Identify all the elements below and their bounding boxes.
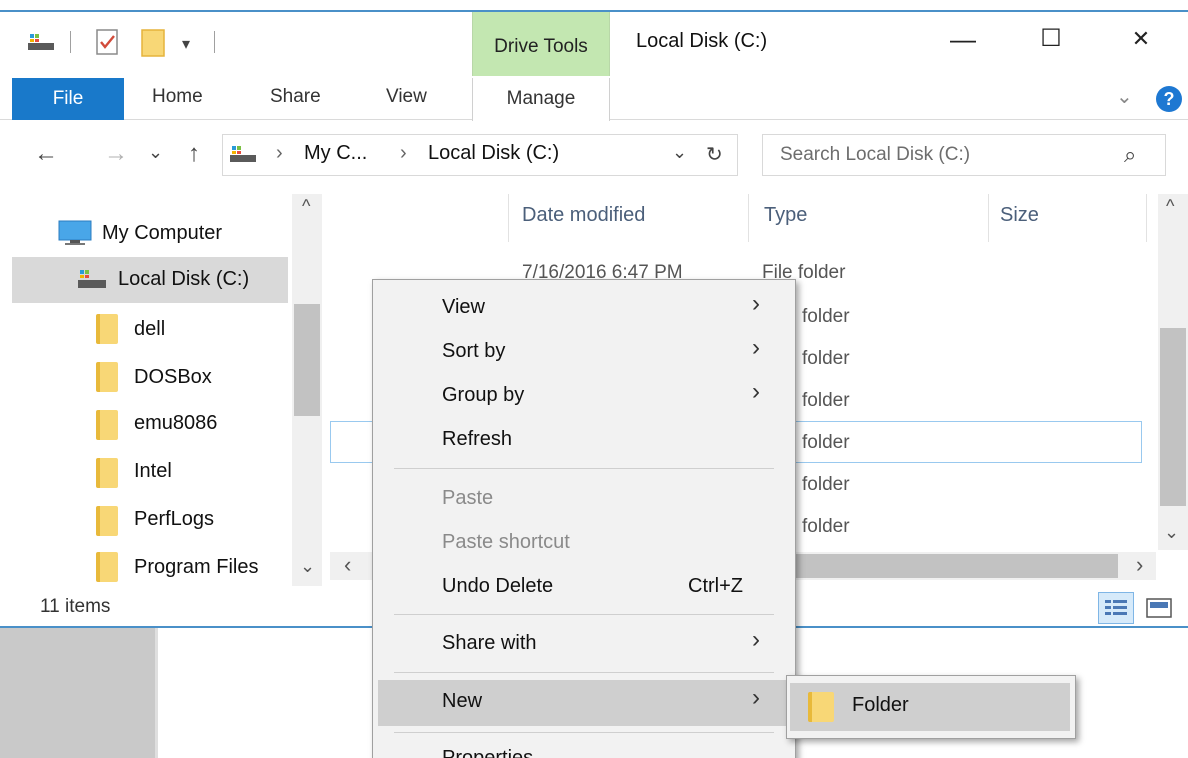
menu-separator — [394, 614, 774, 615]
large-icons-view-icon[interactable] — [1144, 596, 1174, 620]
menu-item-sort-by[interactable]: Sort by — [442, 340, 505, 363]
folder-icon — [96, 458, 118, 488]
submenu-item-folder[interactable]: Folder — [852, 694, 909, 717]
window-title: Local Disk (C:) — [636, 30, 768, 52]
content-scroll-down[interactable]: ⌄ — [1164, 522, 1179, 543]
submenu-arrow-icon: › — [752, 684, 760, 711]
menu-item-share-with[interactable]: Share with — [442, 632, 537, 655]
folder-icon — [96, 410, 118, 440]
folder-icon — [96, 552, 118, 582]
submenu-arrow-icon: › — [752, 626, 760, 653]
breadcrumb-local-disk[interactable]: Local Disk (C:) — [428, 142, 559, 165]
menu-item-undo-delete[interactable]: Undo Delete — [442, 575, 553, 598]
close-button[interactable]: ✕ — [1126, 24, 1156, 54]
nav-scroll-down[interactable]: ⌄ — [300, 556, 315, 577]
drive-tools-label: Drive Tools — [494, 36, 588, 57]
search-placeholder: Search Local Disk (C:) — [780, 144, 971, 165]
tab-home[interactable]: Home — [152, 86, 203, 108]
quick-access-separator-2 — [214, 31, 215, 53]
properties-icon[interactable] — [95, 28, 121, 56]
tab-file[interactable]: File — [12, 78, 124, 120]
horizontal-scroll-thumb[interactable] — [796, 554, 1118, 578]
menu-item-group-by[interactable]: Group by — [442, 384, 524, 407]
breadcrumb-separator: › — [276, 142, 283, 164]
row-type: folder — [802, 306, 850, 327]
nav-local-disk[interactable]: Local Disk (C:) — [118, 268, 249, 291]
menu-item-refresh[interactable]: Refresh — [442, 428, 512, 451]
nav-scroll-thumb[interactable] — [294, 304, 320, 416]
details-view-icon[interactable] — [1098, 592, 1134, 624]
address-drive-icon — [230, 144, 256, 164]
address-dropdown-icon[interactable]: ⌄ — [672, 142, 687, 163]
menu-item-properties-clip: Properties — [372, 738, 796, 758]
my-computer-icon — [58, 220, 92, 246]
column-size[interactable]: Size — [1000, 204, 1039, 227]
breadcrumb-separator-2: › — [400, 142, 407, 164]
scroll-right-button[interactable]: › — [1136, 552, 1143, 578]
submenu-arrow-icon: › — [752, 334, 760, 361]
undo-shortcut: Ctrl+Z — [688, 575, 743, 597]
menu-separator — [394, 468, 774, 469]
item-count: 11 items — [40, 596, 111, 617]
minimize-button[interactable]: — — [948, 24, 978, 54]
row-type: folder — [802, 390, 850, 411]
menu-item-properties[interactable]: Properties — [442, 747, 533, 758]
folder-icon — [808, 692, 834, 722]
folder-icon — [96, 314, 118, 344]
tab-manage[interactable]: Manage — [472, 78, 610, 121]
drive-tools-context-tab: Drive Tools — [472, 12, 610, 76]
refresh-icon[interactable]: ↻ — [706, 142, 723, 167]
nav-folder-intel[interactable]: Intel — [134, 460, 172, 483]
maximize-button[interactable]: ☐ — [1036, 24, 1066, 54]
forward-button[interactable]: → — [104, 140, 128, 168]
menu-separator — [394, 732, 774, 733]
row-type: folder — [802, 348, 850, 369]
column-separator — [748, 194, 749, 242]
breadcrumb-my-computer[interactable]: My C... — [304, 142, 367, 165]
help-icon[interactable]: ? — [1156, 86, 1182, 112]
submenu-arrow-icon: › — [752, 378, 760, 405]
menu-separator — [394, 672, 774, 673]
folder-icon — [96, 362, 118, 392]
content-scroll-up[interactable]: ^ — [1166, 196, 1174, 217]
nav-folder-dosbox[interactable]: DOSBox — [134, 366, 212, 389]
background-panel — [0, 628, 158, 758]
window-top-edge — [0, 0, 1188, 10]
new-folder-icon[interactable] — [140, 28, 166, 58]
row-type: folder — [802, 474, 850, 495]
menu-item-new[interactable]: New — [442, 690, 482, 713]
expand-ribbon-icon[interactable]: ⌄ — [1116, 84, 1133, 109]
nav-scroll-up[interactable]: ^ — [302, 196, 310, 217]
back-button[interactable]: ← — [34, 140, 58, 168]
local-disk-icon — [78, 268, 106, 290]
tab-share[interactable]: Share — [270, 86, 321, 108]
content-scroll-thumb[interactable] — [1160, 328, 1186, 506]
row-type: folder — [802, 516, 850, 537]
row-type: folder — [802, 432, 850, 453]
menu-item-view[interactable]: View — [442, 296, 485, 319]
nav-my-computer[interactable]: My Computer — [102, 222, 222, 245]
quick-access-separator — [70, 31, 71, 53]
search-icon[interactable]: ⌕ — [1124, 142, 1136, 168]
customize-toolbar-icon[interactable]: ▾ — [182, 34, 190, 54]
submenu-arrow-icon: › — [752, 290, 760, 317]
column-date-modified[interactable]: Date modified — [522, 204, 645, 227]
drive-icon[interactable] — [28, 32, 54, 52]
menu-item-paste[interactable]: Paste — [442, 487, 493, 510]
tab-view[interactable]: View — [386, 86, 427, 108]
column-type[interactable]: Type — [764, 204, 807, 227]
column-separator — [1146, 194, 1147, 242]
column-separator — [508, 194, 509, 242]
nav-folder-emu8086[interactable]: emu8086 — [134, 412, 217, 435]
recent-locations-button[interactable]: ⌄ — [148, 142, 163, 163]
nav-folder-program-files[interactable]: Program Files — [134, 556, 258, 579]
up-button[interactable]: ↑ — [188, 140, 200, 168]
nav-folder-perflogs[interactable]: PerfLogs — [134, 508, 214, 531]
menu-highlight — [378, 680, 792, 726]
folder-icon — [96, 506, 118, 536]
nav-folder-dell[interactable]: dell — [134, 318, 165, 341]
column-separator — [988, 194, 989, 242]
menu-item-paste-shortcut[interactable]: Paste shortcut — [442, 531, 570, 554]
scroll-left-button[interactable]: ‹ — [344, 552, 351, 578]
